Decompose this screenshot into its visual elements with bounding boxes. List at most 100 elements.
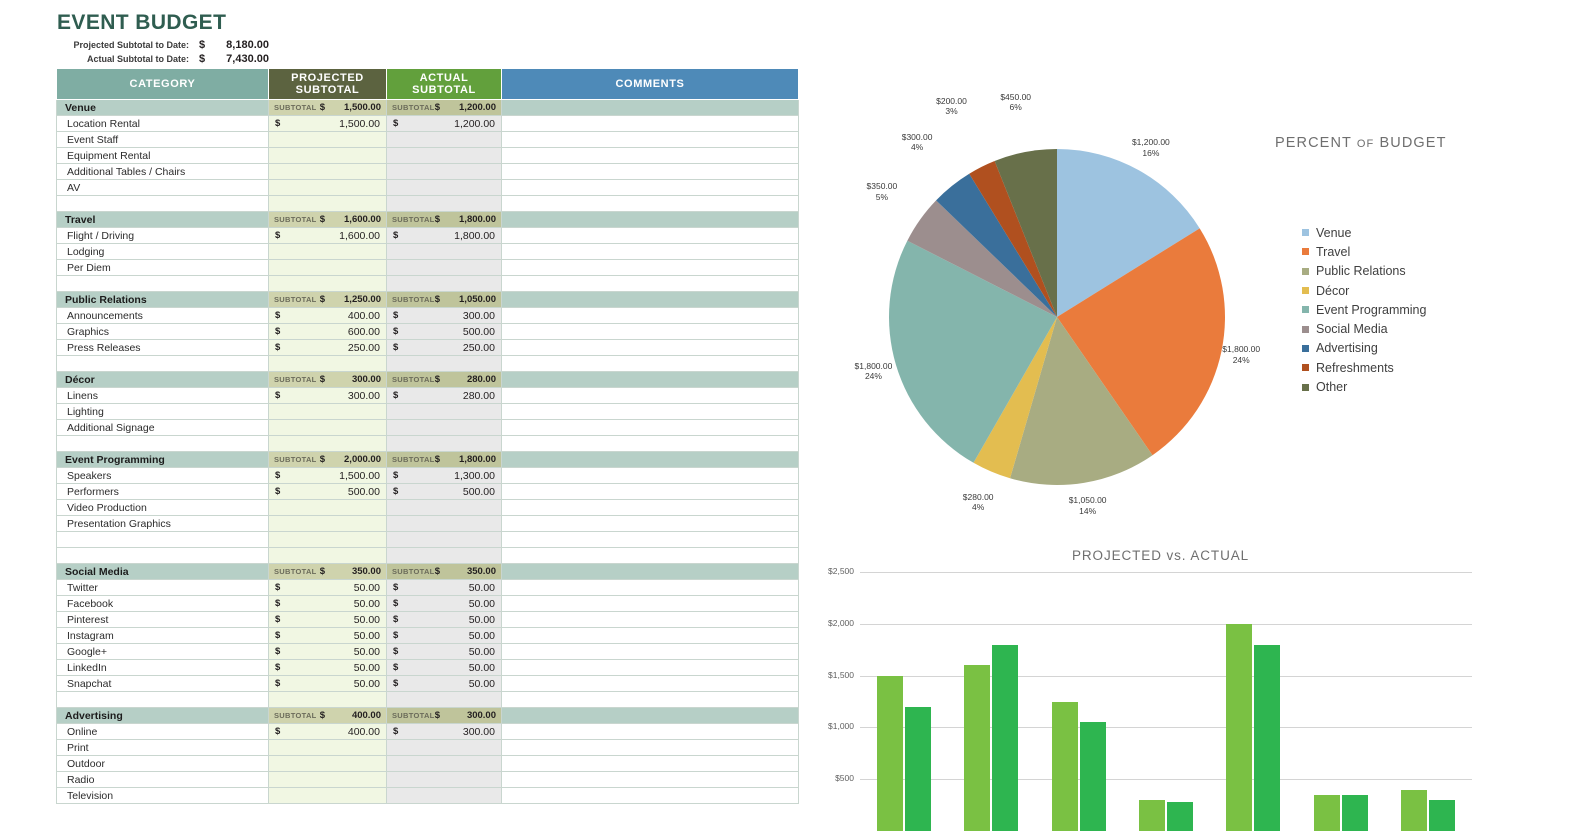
table-row[interactable] xyxy=(56,691,799,708)
item-name[interactable]: Online xyxy=(56,723,269,740)
item-comment-cell[interactable] xyxy=(501,275,799,292)
item-projected[interactable] xyxy=(268,131,387,148)
item-projected[interactable] xyxy=(268,275,387,292)
item-projected[interactable]: $50.00 xyxy=(268,643,387,660)
bar[interactable] xyxy=(964,665,991,831)
item-projected[interactable] xyxy=(268,515,387,532)
legend-item[interactable]: Refreshments xyxy=(1302,358,1426,377)
item-actual[interactable]: $300.00 xyxy=(386,723,502,740)
legend-item[interactable]: Advertising xyxy=(1302,339,1426,358)
item-comment-cell[interactable] xyxy=(501,691,799,708)
table-section-row[interactable]: Advertising SUBTOTAL $400.00 SUBTOTAL $300.0… xyxy=(56,707,799,724)
table-row[interactable]: Print xyxy=(56,739,799,756)
item-name[interactable]: Location Rental xyxy=(56,115,269,132)
table-row[interactable]: Equipment Rental xyxy=(56,147,799,164)
table-body[interactable]: Venue SUBTOTAL $1,500.00 SUBTOTAL $1,200.00 L… xyxy=(56,99,799,804)
item-name[interactable] xyxy=(56,275,269,292)
item-name[interactable] xyxy=(56,435,269,452)
item-comment-cell[interactable] xyxy=(501,243,799,260)
item-name[interactable]: Press Releases xyxy=(56,339,269,356)
item-comment-cell[interactable] xyxy=(501,595,799,612)
table-row[interactable]: Presentation Graphics xyxy=(56,515,799,532)
item-projected[interactable] xyxy=(268,147,387,164)
bar[interactable] xyxy=(1429,799,1456,831)
item-actual[interactable] xyxy=(386,403,502,420)
item-actual[interactable] xyxy=(386,275,502,292)
item-actual[interactable] xyxy=(386,355,502,372)
table-row[interactable] xyxy=(56,275,799,292)
item-comment-cell[interactable] xyxy=(501,163,799,180)
table-row[interactable]: Lighting xyxy=(56,403,799,420)
item-projected[interactable]: $400.00 xyxy=(268,307,387,324)
item-name[interactable] xyxy=(56,355,269,372)
item-comment-cell[interactable] xyxy=(501,675,799,692)
item-actual[interactable] xyxy=(386,163,502,180)
table-row[interactable]: Press Releases $250.00 $250.00 xyxy=(56,339,799,356)
item-name[interactable]: Print xyxy=(56,739,269,756)
item-actual[interactable] xyxy=(386,771,502,788)
bar[interactable] xyxy=(1167,801,1193,831)
item-name[interactable] xyxy=(56,691,269,708)
bar[interactable] xyxy=(1254,644,1281,831)
item-comment-cell[interactable] xyxy=(501,419,799,436)
item-actual[interactable]: $500.00 xyxy=(386,323,502,340)
table-row[interactable]: Radio xyxy=(56,771,799,788)
item-actual[interactable] xyxy=(386,131,502,148)
item-projected[interactable]: $1,500.00 xyxy=(268,115,387,132)
item-actual[interactable] xyxy=(386,195,502,212)
item-actual[interactable] xyxy=(386,755,502,772)
item-projected[interactable] xyxy=(268,163,387,180)
item-actual[interactable]: $50.00 xyxy=(386,579,502,596)
item-name[interactable]: Performers xyxy=(56,483,269,500)
item-name[interactable]: Flight / Driving xyxy=(56,227,269,244)
table-row[interactable]: Speakers $1,500.00 $1,300.00 xyxy=(56,467,799,484)
item-name[interactable]: Lighting xyxy=(56,403,269,420)
item-comment-cell[interactable] xyxy=(501,547,799,564)
item-projected[interactable] xyxy=(268,195,387,212)
item-comment-cell[interactable] xyxy=(501,739,799,756)
table-row[interactable]: LinkedIn $50.00 $50.00 xyxy=(56,659,799,676)
table-row[interactable]: Event Staff xyxy=(56,131,799,148)
item-projected[interactable]: $1,500.00 xyxy=(268,467,387,484)
item-comment-cell[interactable] xyxy=(501,643,799,660)
table-row[interactable] xyxy=(56,355,799,372)
section-comment-cell[interactable] xyxy=(501,563,799,580)
item-comment-cell[interactable] xyxy=(501,355,799,372)
item-comment-cell[interactable] xyxy=(501,611,799,628)
item-comment-cell[interactable] xyxy=(501,323,799,340)
item-name[interactable]: Per Diem xyxy=(56,259,269,276)
item-projected[interactable] xyxy=(268,787,387,804)
item-comment-cell[interactable] xyxy=(501,515,799,532)
item-name[interactable]: Facebook xyxy=(56,595,269,612)
bar[interactable] xyxy=(876,675,903,831)
table-section-row[interactable]: Travel SUBTOTAL $1,600.00 SUBTOTAL $1,800.00 xyxy=(56,211,799,228)
item-comment-cell[interactable] xyxy=(501,259,799,276)
item-name[interactable]: Twitter xyxy=(56,579,269,596)
item-projected[interactable] xyxy=(268,531,387,548)
legend-item[interactable]: Venue xyxy=(1302,223,1426,242)
item-actual[interactable] xyxy=(386,179,502,196)
item-projected[interactable] xyxy=(268,355,387,372)
item-comment-cell[interactable] xyxy=(501,627,799,644)
table-row[interactable]: Announcements $400.00 $300.00 xyxy=(56,307,799,324)
section-comment-cell[interactable] xyxy=(501,707,799,724)
item-projected[interactable]: $50.00 xyxy=(268,579,387,596)
item-actual[interactable] xyxy=(386,691,502,708)
item-comment-cell[interactable] xyxy=(501,403,799,420)
item-actual[interactable] xyxy=(386,739,502,756)
item-projected[interactable]: $50.00 xyxy=(268,675,387,692)
table-row[interactable]: AV xyxy=(56,179,799,196)
item-comment-cell[interactable] xyxy=(501,771,799,788)
item-actual[interactable]: $50.00 xyxy=(386,643,502,660)
item-name[interactable]: Television xyxy=(56,787,269,804)
table-row[interactable]: Performers $500.00 $500.00 xyxy=(56,483,799,500)
table-row[interactable] xyxy=(56,547,799,564)
item-name[interactable]: Event Staff xyxy=(56,131,269,148)
item-projected[interactable] xyxy=(268,739,387,756)
item-projected[interactable]: $50.00 xyxy=(268,627,387,644)
section-comment-cell[interactable] xyxy=(501,211,799,228)
item-name[interactable] xyxy=(56,531,269,548)
item-actual[interactable]: $300.00 xyxy=(386,307,502,324)
table-section-row[interactable]: Venue SUBTOTAL $1,500.00 SUBTOTAL $1,200.00 xyxy=(56,99,799,116)
item-comment-cell[interactable] xyxy=(501,131,799,148)
